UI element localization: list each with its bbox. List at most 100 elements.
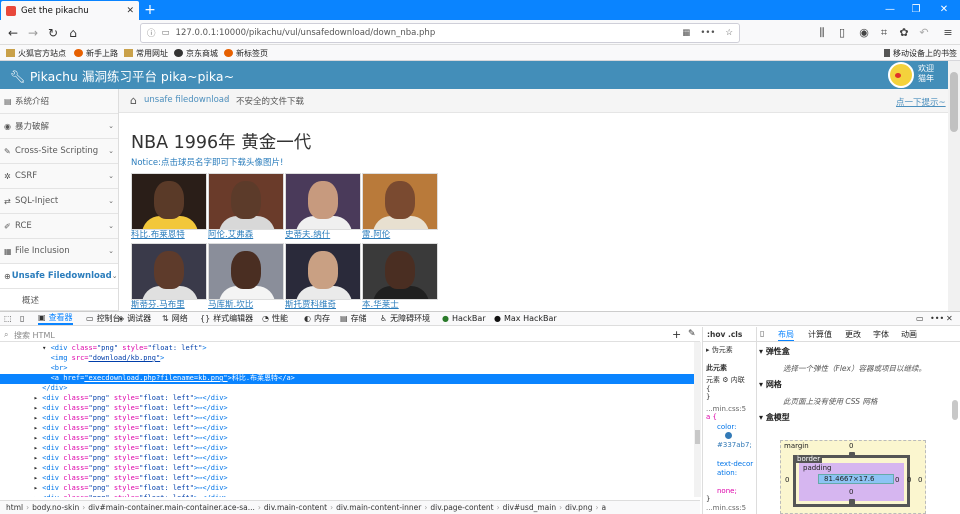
sidebar-item-csrf[interactable]: ✲ CSRF ⌄ [0,164,118,189]
html-crumb[interactable]: body.no-skin [32,503,79,512]
markup-line[interactable]: ▸ <div class="png" style="float: left">⋯… [0,444,694,454]
tab-fonts[interactable]: 字体 [873,329,889,340]
player-download-link[interactable]: 史蒂夫.纳什 [285,230,362,241]
add-node-icon[interactable]: + [672,328,681,341]
markup-line[interactable]: ▸ <div class="png" style="float: left">⋯… [0,394,694,404]
sidebar-item-overview[interactable]: 概述 [0,289,118,311]
sidebar-item-file-inclusion[interactable]: ▦ File Inclusion ⌄ [0,239,118,264]
html-crumb[interactable]: div.main-content [264,503,327,512]
markup-line[interactable]: ▸ <div class="png" style="float: left">⋯… [0,454,694,464]
site-title[interactable]: 🔧︎ Pikachu 漏洞练习平台 pika~pika~ [10,66,234,85]
player-download-link[interactable]: 科比.布莱恩特 [131,230,208,241]
margin-top-value[interactable]: 0 [849,442,853,450]
html-crumb[interactable]: div#usd_main [503,503,556,512]
reload-icon[interactable]: ↻ [44,23,62,43]
player-download-link[interactable]: 本.华莱士 [362,300,439,311]
border-right-value[interactable]: 0 [907,476,911,484]
sidebar-toggle-icon[interactable]: ▯ [760,329,764,338]
markup-line[interactable]: <a href="execdownload.php?filename=kb.pn… [0,374,694,384]
margin-left-value[interactable]: 0 [785,476,789,484]
rule-selector[interactable]: a { [706,413,717,421]
resize-handle-icon[interactable] [849,499,855,505]
player-download-link[interactable]: 斯蒂芬.马布里 [131,300,208,311]
sidebar-item-bruteforce[interactable]: ◉ 暴力破解 ⌄ [0,114,118,139]
player-download-link[interactable]: 阿伦.艾弗森 [208,230,285,241]
crop-icon[interactable]: ⌗ [876,25,892,41]
page-actions-icon[interactable]: ••• [700,28,715,38]
markup-line[interactable]: </div> [0,384,694,394]
color-swatch-icon[interactable] [725,432,732,439]
sidebar-item-intro[interactable]: ▤ 系统介绍 [0,89,118,114]
markup-line[interactable]: ▸ <div class="png" style="float: left">⋯… [0,484,694,494]
url-bar[interactable]: ⓘ ▭ 127.0.0.1:10000/pikachu/vul/unsafedo… [140,23,740,43]
markup-line[interactable]: ▸ <div class="png" style="float: left">⋯… [0,474,694,484]
window-close-icon[interactable]: ✕ [934,0,954,20]
padding-bottom-value[interactable]: 0 [849,488,853,496]
resize-handle-icon[interactable] [849,452,855,458]
gear-icon[interactable]: ⚙ [722,376,728,384]
more-icon[interactable]: ••• [930,312,947,325]
avatar[interactable] [888,62,914,88]
html-crumb[interactable]: div.main-content-inner [336,503,421,512]
library-icon[interactable]: ⫼ [814,25,830,41]
info-icon[interactable]: ⓘ [147,27,156,39]
bookmark-star-icon[interactable]: ☆ [725,28,733,38]
markup-view[interactable]: ▾ <div class="png" style="float: left"> … [0,342,694,497]
undo-icon[interactable]: ↶ [916,25,932,41]
extension-icon[interactable]: ✿ [896,25,912,41]
tab-computed[interactable]: 计算值 [808,329,832,340]
user-welcome[interactable]: 欢迎 猫年 [918,64,934,84]
tab-animations[interactable]: 动画 [901,329,917,340]
devtools-tab[interactable]: ◔ 性能 [262,312,288,325]
content-size[interactable]: 81.4667×17.6 [824,475,874,483]
hint-link[interactable]: 点一下提示~ [896,96,946,108]
player-download-link[interactable]: 斯托贾科维奇 [285,300,362,311]
bookmark-firefox[interactable]: 火狐官方站点 [6,46,66,60]
dock-icon[interactable]: ▭ [916,312,927,325]
html-crumb[interactable]: div.page-content [430,503,493,512]
sidebar-toggle-icon[interactable]: ▯ [834,25,850,41]
html-crumb[interactable]: html [6,503,23,512]
rules-toolbar[interactable]: :hov .cls [707,330,742,339]
devtools-tab[interactable]: ▭ 控制台 [86,312,121,325]
text-decoration-property[interactable]: text-decoration: [717,460,756,478]
devtools-tab[interactable]: ▤ 存储 [340,312,367,325]
qr-code-icon[interactable]: ▦ [682,28,690,38]
back-icon[interactable]: ← [4,23,22,43]
home-icon[interactable]: ⌂ [130,94,137,107]
html-crumb[interactable]: a [601,503,606,512]
restore-icon[interactable]: ❐ [906,0,926,20]
devtools-tab[interactable]: ◈ 调试器 [118,312,151,325]
layout-scrollbar-thumb[interactable] [952,400,958,420]
tab-close-icon[interactable]: ✕ [126,6,134,16]
devtools-tab[interactable]: ⇅ 网络 [162,312,188,325]
player-download-link[interactable]: 雷.阿伦 [362,230,439,241]
menu-icon[interactable]: ≡ [940,25,956,41]
url-text[interactable]: 127.0.0.1:10000/pikachu/vul/unsafedownlo… [176,28,673,38]
devtools-close-icon[interactable]: ✕ [946,312,956,325]
minimize-icon[interactable]: — [880,0,900,20]
bookmark-jd[interactable]: 京东商城 [174,46,218,60]
markup-line[interactable]: ▸ <div class="png" style="float: left">⋯… [0,414,694,424]
devtools-tab[interactable]: ● HackBar [442,312,486,325]
margin-right-value[interactable]: 0 [918,476,922,484]
markup-line[interactable]: ▸ <div class="png" style="float: left">⋯… [0,404,694,414]
html-crumb[interactable]: div#main-container.main-container.ace-sa… [88,503,255,512]
tab-active[interactable]: Get the pikachu ✕ [1,1,139,20]
devtools-tab[interactable]: ● Max HackBar [494,312,557,325]
markup-line[interactable]: ▸ <div class="png" style="float: left">⋯… [0,424,694,434]
markup-line[interactable]: ▸ <div class="png" style="float: left">⋯… [0,494,694,497]
markup-line[interactable]: ▸ <div class="png" style="float: left">⋯… [0,434,694,444]
color-value[interactable]: #337ab7; [717,441,755,450]
player-download-link[interactable]: 马库斯.坎比 [208,300,285,311]
forward-icon[interactable]: → [24,23,42,43]
sidebar-item-unsafe-filedownload[interactable]: ⊕ Unsafe Filedownload ⌄ [0,264,118,289]
stylesheet-link-2[interactable]: ...min.css:5 [706,504,746,512]
devtools-tab[interactable]: ♿ 无障碍环境 [380,312,430,325]
breadcrumb-link[interactable]: unsafe filedownload [144,95,229,105]
flexbox-section[interactable]: ▾ 弹性盒 [759,346,790,357]
bookmark-newtab[interactable]: 新标签页 [224,46,268,60]
html-search-input[interactable]: 搜索 HTML [14,330,55,341]
bookmark-newbie[interactable]: 新手上路 [74,46,118,60]
html-crumb[interactable]: div.png [565,503,592,512]
